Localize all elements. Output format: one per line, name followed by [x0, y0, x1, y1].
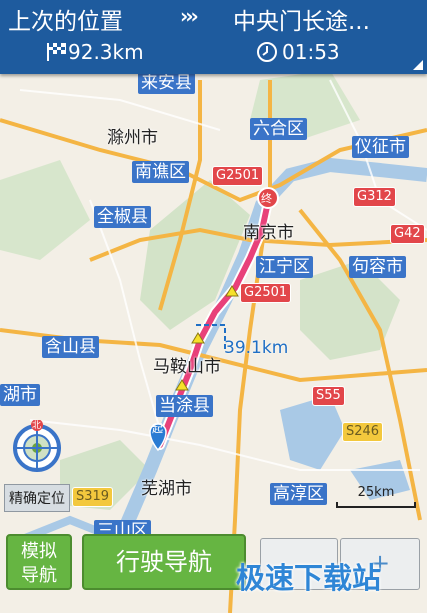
highway-shield: G42	[390, 224, 425, 244]
end-marker-label: 终	[261, 192, 272, 205]
start-marker-label: 起	[152, 422, 163, 435]
route-arrow-icon: ›››	[180, 4, 199, 28]
simulate-line2: 导航	[21, 565, 57, 586]
place-label: 南京市	[243, 223, 294, 243]
place-label: 仪征市	[352, 136, 409, 158]
compass-locate-button[interactable]: 北	[10, 419, 64, 474]
highway-shield: S55	[312, 386, 345, 406]
scale-label: 25km	[357, 485, 395, 500]
clock-icon	[257, 42, 277, 62]
place-label: 含山县	[42, 336, 99, 358]
expand-corner-icon[interactable]	[413, 60, 423, 70]
place-label: 马鞍山市	[153, 357, 221, 377]
highway-shield: S246	[342, 422, 384, 442]
place-label: 江宁区	[256, 256, 313, 278]
place-label: 滁州市	[107, 128, 158, 148]
map-canvas[interactable]	[0, 0, 427, 613]
highway-shield: G2501	[240, 283, 292, 303]
highway-shield: G312	[353, 187, 396, 207]
distance-info: 92.3km	[46, 40, 144, 64]
watermark: 极速下载站	[236, 561, 382, 595]
eta-info: 01:53	[256, 40, 340, 64]
north-label: 北	[32, 421, 42, 431]
distance-value: 92.3km	[68, 40, 144, 64]
place-label: 句容市	[349, 256, 406, 278]
highway-shield: G2501	[212, 166, 264, 186]
place-label: 高淳区	[270, 483, 327, 505]
place-label: 来安县	[138, 72, 195, 94]
precise-locate-button[interactable]: 精确定位	[4, 484, 70, 512]
duration-value: 01:53	[282, 40, 340, 64]
origin-label: 上次的位置	[8, 9, 123, 35]
simulate-navigation-button[interactable]: 模拟 导航	[6, 534, 72, 590]
highway-shield: S319	[72, 487, 114, 507]
place-label: 湖市	[0, 384, 40, 406]
place-label: 当涂县	[156, 395, 213, 417]
checkered-flag-icon	[47, 43, 66, 61]
place-label: 全椒县	[94, 206, 151, 228]
route-distance-label: 39.1km	[224, 338, 289, 358]
simulate-line1: 模拟	[21, 541, 57, 562]
place-label: 芜湖市	[141, 479, 192, 499]
map-scale: 25km	[336, 485, 416, 508]
route-header[interactable]: 上次的位置 ››› 中央门长途... 92.3km 01:53	[0, 0, 427, 74]
drive-navigation-button[interactable]: 行驶导航	[82, 534, 246, 590]
place-label: 六合区	[250, 118, 307, 140]
destination-label: 中央门长途...	[233, 9, 370, 35]
place-label: 南谯区	[132, 161, 189, 183]
scale-line	[336, 502, 416, 508]
